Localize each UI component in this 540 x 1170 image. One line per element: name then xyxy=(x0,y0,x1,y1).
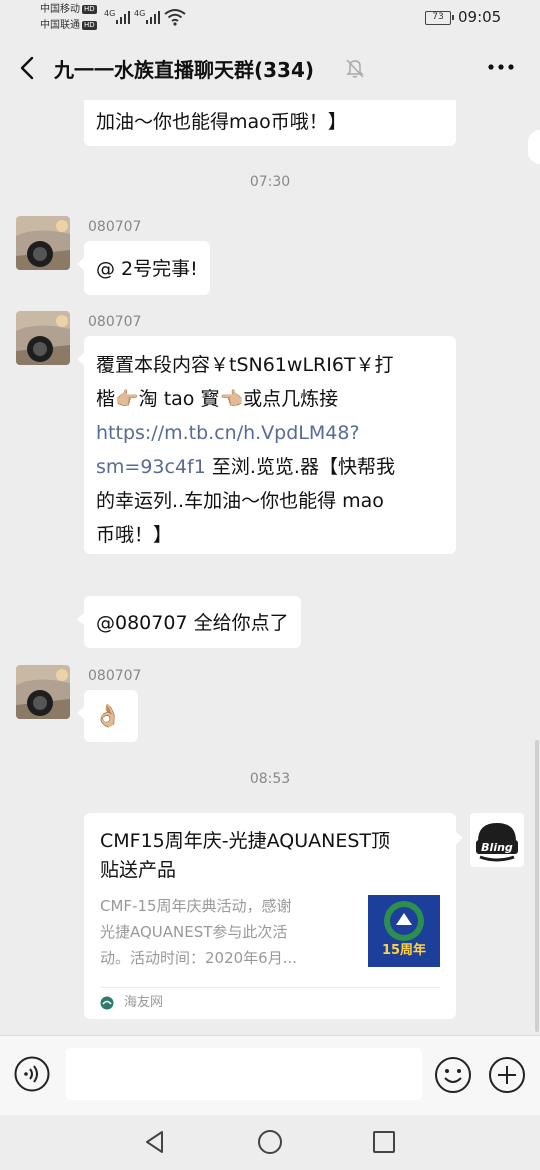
emoji-icon[interactable] xyxy=(434,1056,472,1094)
avatar-car-image xyxy=(16,665,70,719)
message-bubble[interactable]: @ 2号完事! xyxy=(77,241,210,295)
avatar-car-image xyxy=(16,311,70,365)
floating-edge-button[interactable] xyxy=(528,130,540,164)
message-bubble[interactable]: @080707 全给你点了 xyxy=(77,596,301,648)
message-bubble[interactable]: 👌🏼 xyxy=(77,690,138,742)
message-bubble[interactable]: 覆置本段内容￥tSN61wLRI6T￥打 楷👉🏼淘 tao 寳👈🏼或点几炼接 h… xyxy=(77,336,456,554)
message-text: 至浏.览览.器【快帮我 xyxy=(205,456,395,478)
message-text: 加油～你也能得mao币哦！】 xyxy=(96,111,347,133)
message-line: 币哦！】 xyxy=(96,524,173,546)
message-line: 覆置本段内容￥tSN61wLRI6T￥打 xyxy=(96,354,394,376)
message-input[interactable] xyxy=(66,1048,422,1100)
avatar[interactable] xyxy=(16,311,70,365)
chat-header: 九一一水族直播聊天群(334) xyxy=(0,36,540,100)
avatar[interactable] xyxy=(16,665,70,719)
network-type-2: 4G xyxy=(134,9,146,18)
clock: 09:05 xyxy=(458,8,502,26)
source-logo-icon xyxy=(100,996,114,1010)
avatar[interactable]: Bling xyxy=(470,813,524,867)
thumb-label: 15周年 xyxy=(381,943,427,958)
voice-icon[interactable] xyxy=(14,1056,50,1092)
scrollbar[interactable] xyxy=(535,740,539,1032)
card-description: CMF-15周年庆典活动，感谢 光捷AQUANEST参与此次活 动。活动时间：2… xyxy=(100,897,298,967)
nav-back-icon[interactable] xyxy=(142,1129,168,1155)
timestamp: 08:53 xyxy=(249,771,291,787)
nav-home-icon[interactable] xyxy=(256,1128,284,1156)
sender-name: 080707 xyxy=(88,219,142,235)
nav-recent-apps-icon[interactable] xyxy=(372,1130,396,1154)
wifi-icon xyxy=(164,9,186,26)
bling-logo-icon: Bling xyxy=(470,813,524,867)
signal-icon xyxy=(116,10,130,24)
carrier-1: 中国移动 xyxy=(40,4,80,15)
ok-hand-emoji: 👌🏼 xyxy=(94,704,122,729)
signal-icon xyxy=(146,10,160,24)
avatar[interactable] xyxy=(16,216,70,270)
hd-badge: HD xyxy=(82,20,97,30)
more-icon[interactable] xyxy=(486,56,516,78)
plus-icon[interactable] xyxy=(488,1056,526,1094)
back-icon[interactable] xyxy=(14,54,42,82)
avatar-car-image xyxy=(16,216,70,270)
battery-icon: 73 xyxy=(425,11,454,25)
chat-title: 九一一水族直播聊天群(334) xyxy=(54,58,315,82)
message-bubble[interactable]: 加油～你也能得mao币哦！】 xyxy=(84,100,456,146)
card-title: CMF15周年庆-光捷AQUANEST顶 贴送产品 xyxy=(100,830,391,881)
hd-badge: HD xyxy=(82,4,97,14)
message-text: @080707 全给你点了 xyxy=(96,612,289,634)
mute-bell-icon xyxy=(346,59,364,78)
status-bar: 中国移动 HD 中国联通 HD 4G 4G 73 09:05 xyxy=(0,0,540,36)
sender-name: 080707 xyxy=(88,314,142,330)
message-link[interactable]: https://m.tb.cn/h.VpdLM48? xyxy=(96,422,360,444)
message-link[interactable]: sm=93c4f1 xyxy=(96,456,206,478)
sender-name: 080707 xyxy=(88,668,142,684)
system-nav-bar xyxy=(0,1115,540,1170)
message-line: 的幸运列..车加油～你也能得 mao xyxy=(96,490,384,512)
network-type-1: 4G xyxy=(104,9,116,18)
svg-text:Bling: Bling xyxy=(481,841,513,854)
message-line: 楷👉🏼淘 tao 寳👈🏼或点几炼接 xyxy=(96,388,339,410)
card-thumbnail: 15周年 xyxy=(368,895,440,967)
link-card[interactable]: CMF15周年庆-光捷AQUANEST顶 贴送产品 CMF-15周年庆典活动，感… xyxy=(84,813,463,1019)
input-bar xyxy=(0,1035,540,1115)
message-text: @ 2号完事! xyxy=(96,258,198,280)
card-source: 海友网 xyxy=(124,995,164,1010)
timestamp: 07:30 xyxy=(249,174,291,190)
carrier-2: 中国联通 xyxy=(40,20,80,31)
